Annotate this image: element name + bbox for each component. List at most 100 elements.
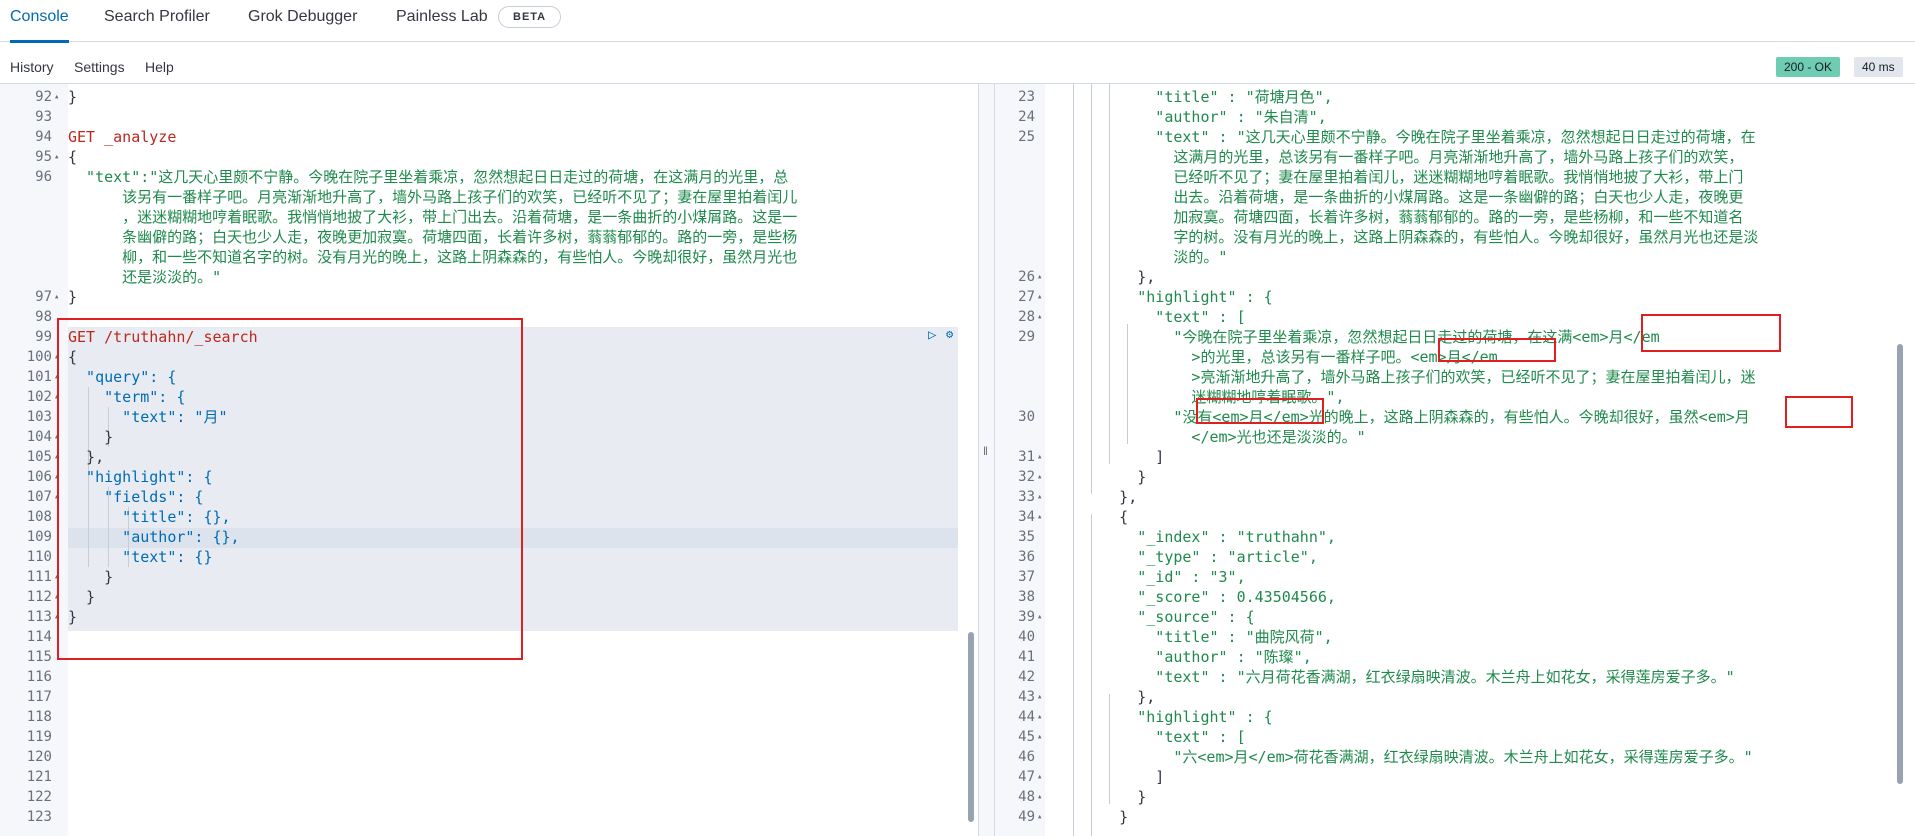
line-number: 116 [26, 669, 52, 685]
fold-toggle-icon[interactable]: ▴ [1037, 447, 1042, 467]
code-line: 46 "六<em>月</em>荷花香满湖，红衣绿扇映清波。木兰舟上如花女，采得莲… [995, 747, 1915, 767]
fold-toggle-icon[interactable]: ▴ [1037, 807, 1042, 827]
code-line: 30 "没有<em>月</em>光的晚上，这路上阴森森的，有些怕人。今晚却很好，… [995, 407, 1915, 427]
code-line: ，迷迷糊糊地哼着眠歌。我悄悄地披了大衫，带上门出去。沿着荷塘，是一条曲折的小煤屑… [0, 207, 978, 227]
line-number: 47 [1018, 769, 1035, 785]
fold-toggle-icon[interactable]: ▴ [54, 287, 59, 307]
line-number: 48 [1018, 789, 1035, 805]
line-number: 31 [1018, 449, 1035, 465]
line-number: 110 [26, 549, 52, 565]
fold-toggle-icon[interactable]: ▴ [1037, 467, 1042, 487]
fold-toggle-icon[interactable]: ▴ [1037, 607, 1042, 627]
code-line: 39 ▴ "_source" : { [995, 607, 1915, 627]
line-number: 106 [26, 469, 52, 485]
code-text: } [1065, 788, 1147, 806]
response-scrollbar[interactable] [1897, 344, 1903, 784]
code-line: 117 [0, 687, 978, 707]
line-number: 114 [26, 629, 52, 645]
code-line: 122 [0, 787, 978, 807]
code-text: "_source" : { [1065, 608, 1255, 626]
code-line: 32 ▴ } [995, 467, 1915, 487]
code-text: } [68, 88, 78, 106]
line-number: 103 [26, 409, 52, 425]
code-text: 加寂寞。荷塘四面，长着许多树，蓊蓊郁郁的。路的一旁，是些杨柳，和一些不知道名 [1065, 208, 1744, 226]
line-number: 101 [26, 369, 52, 385]
highlight-annotation-box [1785, 396, 1853, 428]
code-text: 出去。沿着荷塘，是一条曲折的小煤屑路。这是一条幽僻的路；白天也少人走，夜晚更 [1065, 188, 1744, 206]
line-number: 94 [35, 129, 52, 145]
code-line: 23 "title" : "荷塘月色", [995, 87, 1915, 107]
wrench-icon[interactable]: ⚙ [946, 327, 953, 341]
code-line: 45 ▴ "text" : [ [995, 727, 1915, 747]
line-number: 112 [26, 589, 52, 605]
tab-grok-debugger[interactable]: Grok Debugger [248, 0, 357, 42]
line-number: 107 [26, 489, 52, 505]
code-line: 49 ▴ } [995, 807, 1915, 827]
line-number: 30 [1018, 409, 1035, 425]
highlight-annotation-box [1641, 314, 1781, 352]
line-number: 35 [1018, 529, 1035, 545]
code-line: 这满月的光里，总该另有一番样子吧。月亮渐渐地升高了，墙外马路上孩子们的欢笑， [995, 147, 1915, 167]
code-line: >亮渐渐地升高了，墙外马路上孩子们的欢笑，已经听不见了；妻在屋里拍着闰儿，迷 [995, 367, 1915, 387]
settings-link[interactable]: Settings [74, 59, 125, 75]
fold-toggle-icon[interactable]: ▴ [1037, 267, 1042, 287]
help-link[interactable]: Help [145, 59, 174, 75]
fold-toggle-icon[interactable]: ▴ [1037, 487, 1042, 507]
fold-toggle-icon[interactable]: ▴ [1037, 307, 1042, 327]
line-number: 24 [1018, 109, 1035, 125]
code-line: 43 ▴ }, [995, 687, 1915, 707]
code-text: "highlight" : { [1065, 288, 1273, 306]
code-line: 92 ▴} [0, 87, 978, 107]
fold-toggle-icon[interactable]: ▴ [1037, 787, 1042, 807]
code-line: 25 "text" : "这几天心里颇不宁静。今晚在院子里坐着乘凉，忽然想起日日… [995, 127, 1915, 147]
play-icon[interactable]: ▷ [928, 327, 936, 343]
line-number: 119 [26, 729, 52, 745]
code-line: 118 [0, 707, 978, 727]
code-text: "六<em>月</em>荷花香满湖，红衣绿扇映清波。木兰舟上如花女，采得莲房爱子… [1065, 748, 1753, 766]
fold-toggle-icon[interactable]: ▴ [1037, 287, 1042, 307]
line-number: 28 [1018, 309, 1035, 325]
code-line: 条幽僻的路；白天也少人走，夜晚更加寂寞。荷塘四面，长着许多树，蓊蓊郁郁的。路的一… [0, 227, 978, 247]
fold-toggle-icon[interactable]: ▴ [1037, 507, 1042, 527]
code-line: 41 "author" : "陈璨", [995, 647, 1915, 667]
fold-toggle-icon[interactable]: ▴ [1037, 687, 1042, 707]
history-link[interactable]: History [10, 59, 54, 75]
fold-toggle-icon[interactable]: ▴ [1037, 727, 1042, 747]
fold-toggle-icon[interactable]: ▴ [1037, 767, 1042, 787]
code-text: ，迷迷糊糊地哼着眠歌。我悄悄地披了大衫，带上门出去。沿着荷塘，是一条曲折的小煤屑… [68, 208, 798, 226]
code-line: 加寂寞。荷塘四面，长着许多树，蓊蓊郁郁的。路的一旁，是些杨柳，和一些不知道名 [995, 207, 1915, 227]
code-text: } [1065, 808, 1129, 826]
code-line: </em>光也还是淡淡的。" [995, 427, 1915, 447]
code-line: 出去。沿着荷塘，是一条曲折的小煤屑路。这是一条幽僻的路；白天也少人走，夜晚更 [995, 187, 1915, 207]
line-number: 93 [35, 109, 52, 125]
line-number: 118 [26, 709, 52, 725]
code-text: "author" : "朱自清", [1065, 108, 1327, 126]
fold-toggle-icon[interactable]: ▴ [1037, 707, 1042, 727]
request-scrollbar[interactable] [968, 632, 974, 822]
code-line: 迷糊糊地哼着眠歌。", [995, 387, 1915, 407]
code-text: "highlight" : { [1065, 708, 1273, 726]
code-line: 已经听不见了；妻在屋里拍着闰儿，迷迷糊糊地哼着眠歌。我悄悄地披了大衫，带上门 [995, 167, 1915, 187]
code-line: 27 ▴ "highlight" : { [995, 287, 1915, 307]
line-number: 38 [1018, 589, 1035, 605]
pane-resizer[interactable]: ‖ [978, 84, 995, 836]
response-output[interactable]: 23 "title" : "荷塘月色", 24 "author" : "朱自清",… [995, 84, 1915, 836]
line-number: 105 [26, 449, 52, 465]
tab-console[interactable]: Console [10, 0, 69, 43]
line-number: 92 [35, 89, 52, 105]
code-line: 96 "text":"这几天心里颇不宁静。今晚在院子里坐着乘凉，忽然想起日日走过… [0, 167, 978, 187]
tab-painless-lab[interactable]: Painless Lab [396, 0, 488, 42]
code-text: }, [1065, 488, 1138, 506]
code-line: 37 "_id" : "3", [995, 567, 1915, 587]
fold-toggle-icon[interactable]: ▴ [54, 87, 59, 107]
tab-search-profiler[interactable]: Search Profiler [104, 0, 210, 42]
line-number: 36 [1018, 549, 1035, 565]
code-text: 这满月的光里，总该另有一番样子吧。月亮渐渐地升高了，墙外马路上孩子们的欢笑， [1065, 148, 1744, 166]
line-number: 39 [1018, 609, 1035, 625]
status-badge: 200 - OK [1776, 57, 1841, 77]
line-number: 23 [1018, 89, 1035, 105]
code-text: "text" : "六月荷花香满湖，红衣绿扇映清波。木兰舟上如花女，采得莲房爱子… [1065, 668, 1735, 686]
code-line: 44 ▴ "highlight" : { [995, 707, 1915, 727]
code-text: "text" : "这几天心里颇不宁静。今晚在院子里坐着乘凉，忽然想起日日走过的… [1065, 128, 1756, 146]
fold-toggle-icon[interactable]: ▴ [54, 147, 59, 167]
